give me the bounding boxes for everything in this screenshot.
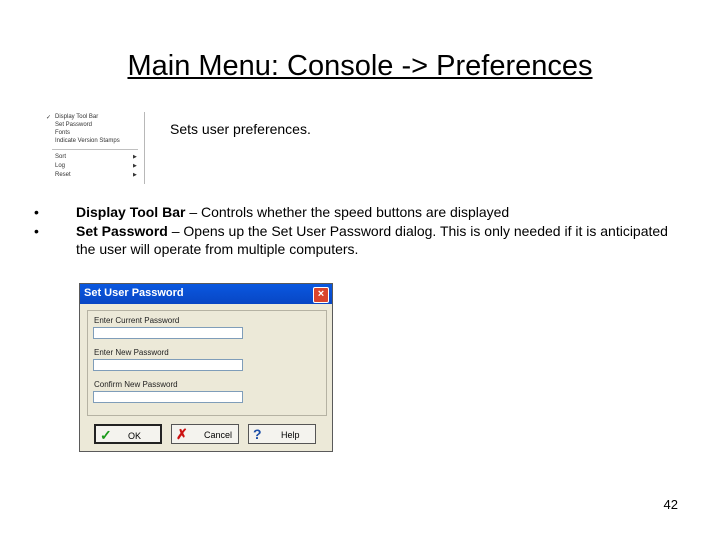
confirm-password-field[interactable] — [93, 391, 243, 403]
ok-button-label: OK — [128, 431, 142, 441]
menu-item-fonts[interactable]: Fonts — [55, 130, 70, 137]
page-number: 42 — [663, 497, 678, 512]
bullet-term: Set Password — [76, 222, 168, 239]
menu-item-reset[interactable]: Reset — [55, 172, 71, 179]
submenu-arrow-icon: ▶ — [133, 172, 137, 178]
bullet-list: • Display Tool Bar – Controls whether th… — [34, 203, 684, 259]
menu-item-version-stamps[interactable]: Indicate Version Stamps — [55, 138, 120, 145]
bullet-item: • Set Password – Opens up the Set User P… — [34, 222, 684, 259]
dialog-title: Set User Password — [84, 287, 184, 299]
menu-description: Sets user preferences. — [170, 121, 311, 137]
bullet-text: – Controls whether the speed buttons are… — [185, 204, 510, 220]
close-icon[interactable]: × — [313, 287, 329, 303]
help-button[interactable]: ? Help — [248, 424, 316, 444]
checkmark-icon: ✓ — [100, 427, 112, 443]
bullet-term: Display Tool Bar — [76, 204, 186, 220]
help-button-label: Help — [281, 430, 300, 440]
set-user-password-dialog: Set User Password × Enter Current Passwo… — [79, 283, 333, 452]
slide-title: Main Menu: Console -> Preferences — [127, 50, 593, 82]
new-password-field[interactable] — [93, 359, 243, 371]
menu-item-display-tool-bar[interactable]: Display Tool Bar — [55, 114, 98, 121]
bullet-item: • Display Tool Bar – Controls whether th… — [34, 203, 684, 222]
checkmark-icon: ✓ — [46, 115, 52, 121]
bullet-dot: • — [34, 204, 39, 220]
new-password-label: Enter New Password — [94, 348, 169, 357]
menu-separator — [52, 149, 138, 150]
submenu-arrow-icon: ▶ — [133, 163, 137, 169]
menu-item-log[interactable]: Log — [55, 163, 65, 170]
dialog-titlebar[interactable]: Set User Password × — [80, 284, 332, 304]
submenu-arrow-icon: ▶ — [133, 154, 137, 160]
ok-button[interactable]: ✓ OK — [94, 424, 162, 444]
preferences-menu-thumbnail: ✓ Display Tool Bar Set Password Fonts In… — [46, 112, 145, 184]
cancel-button[interactable]: ✗ Cancel — [171, 424, 239, 444]
current-password-field[interactable] — [93, 327, 243, 339]
cancel-button-label: Cancel — [204, 430, 233, 440]
help-question-icon: ? — [253, 426, 262, 442]
confirm-password-label: Confirm New Password — [94, 380, 178, 389]
cancel-x-icon: ✗ — [176, 426, 188, 442]
bullet-dot: • — [34, 222, 39, 239]
password-fields-group: Enter Current Password Enter New Passwor… — [87, 310, 327, 416]
menu-item-sort[interactable]: Sort — [55, 154, 66, 161]
menu-item-set-password[interactable]: Set Password — [55, 122, 92, 129]
current-password-label: Enter Current Password — [94, 316, 180, 325]
